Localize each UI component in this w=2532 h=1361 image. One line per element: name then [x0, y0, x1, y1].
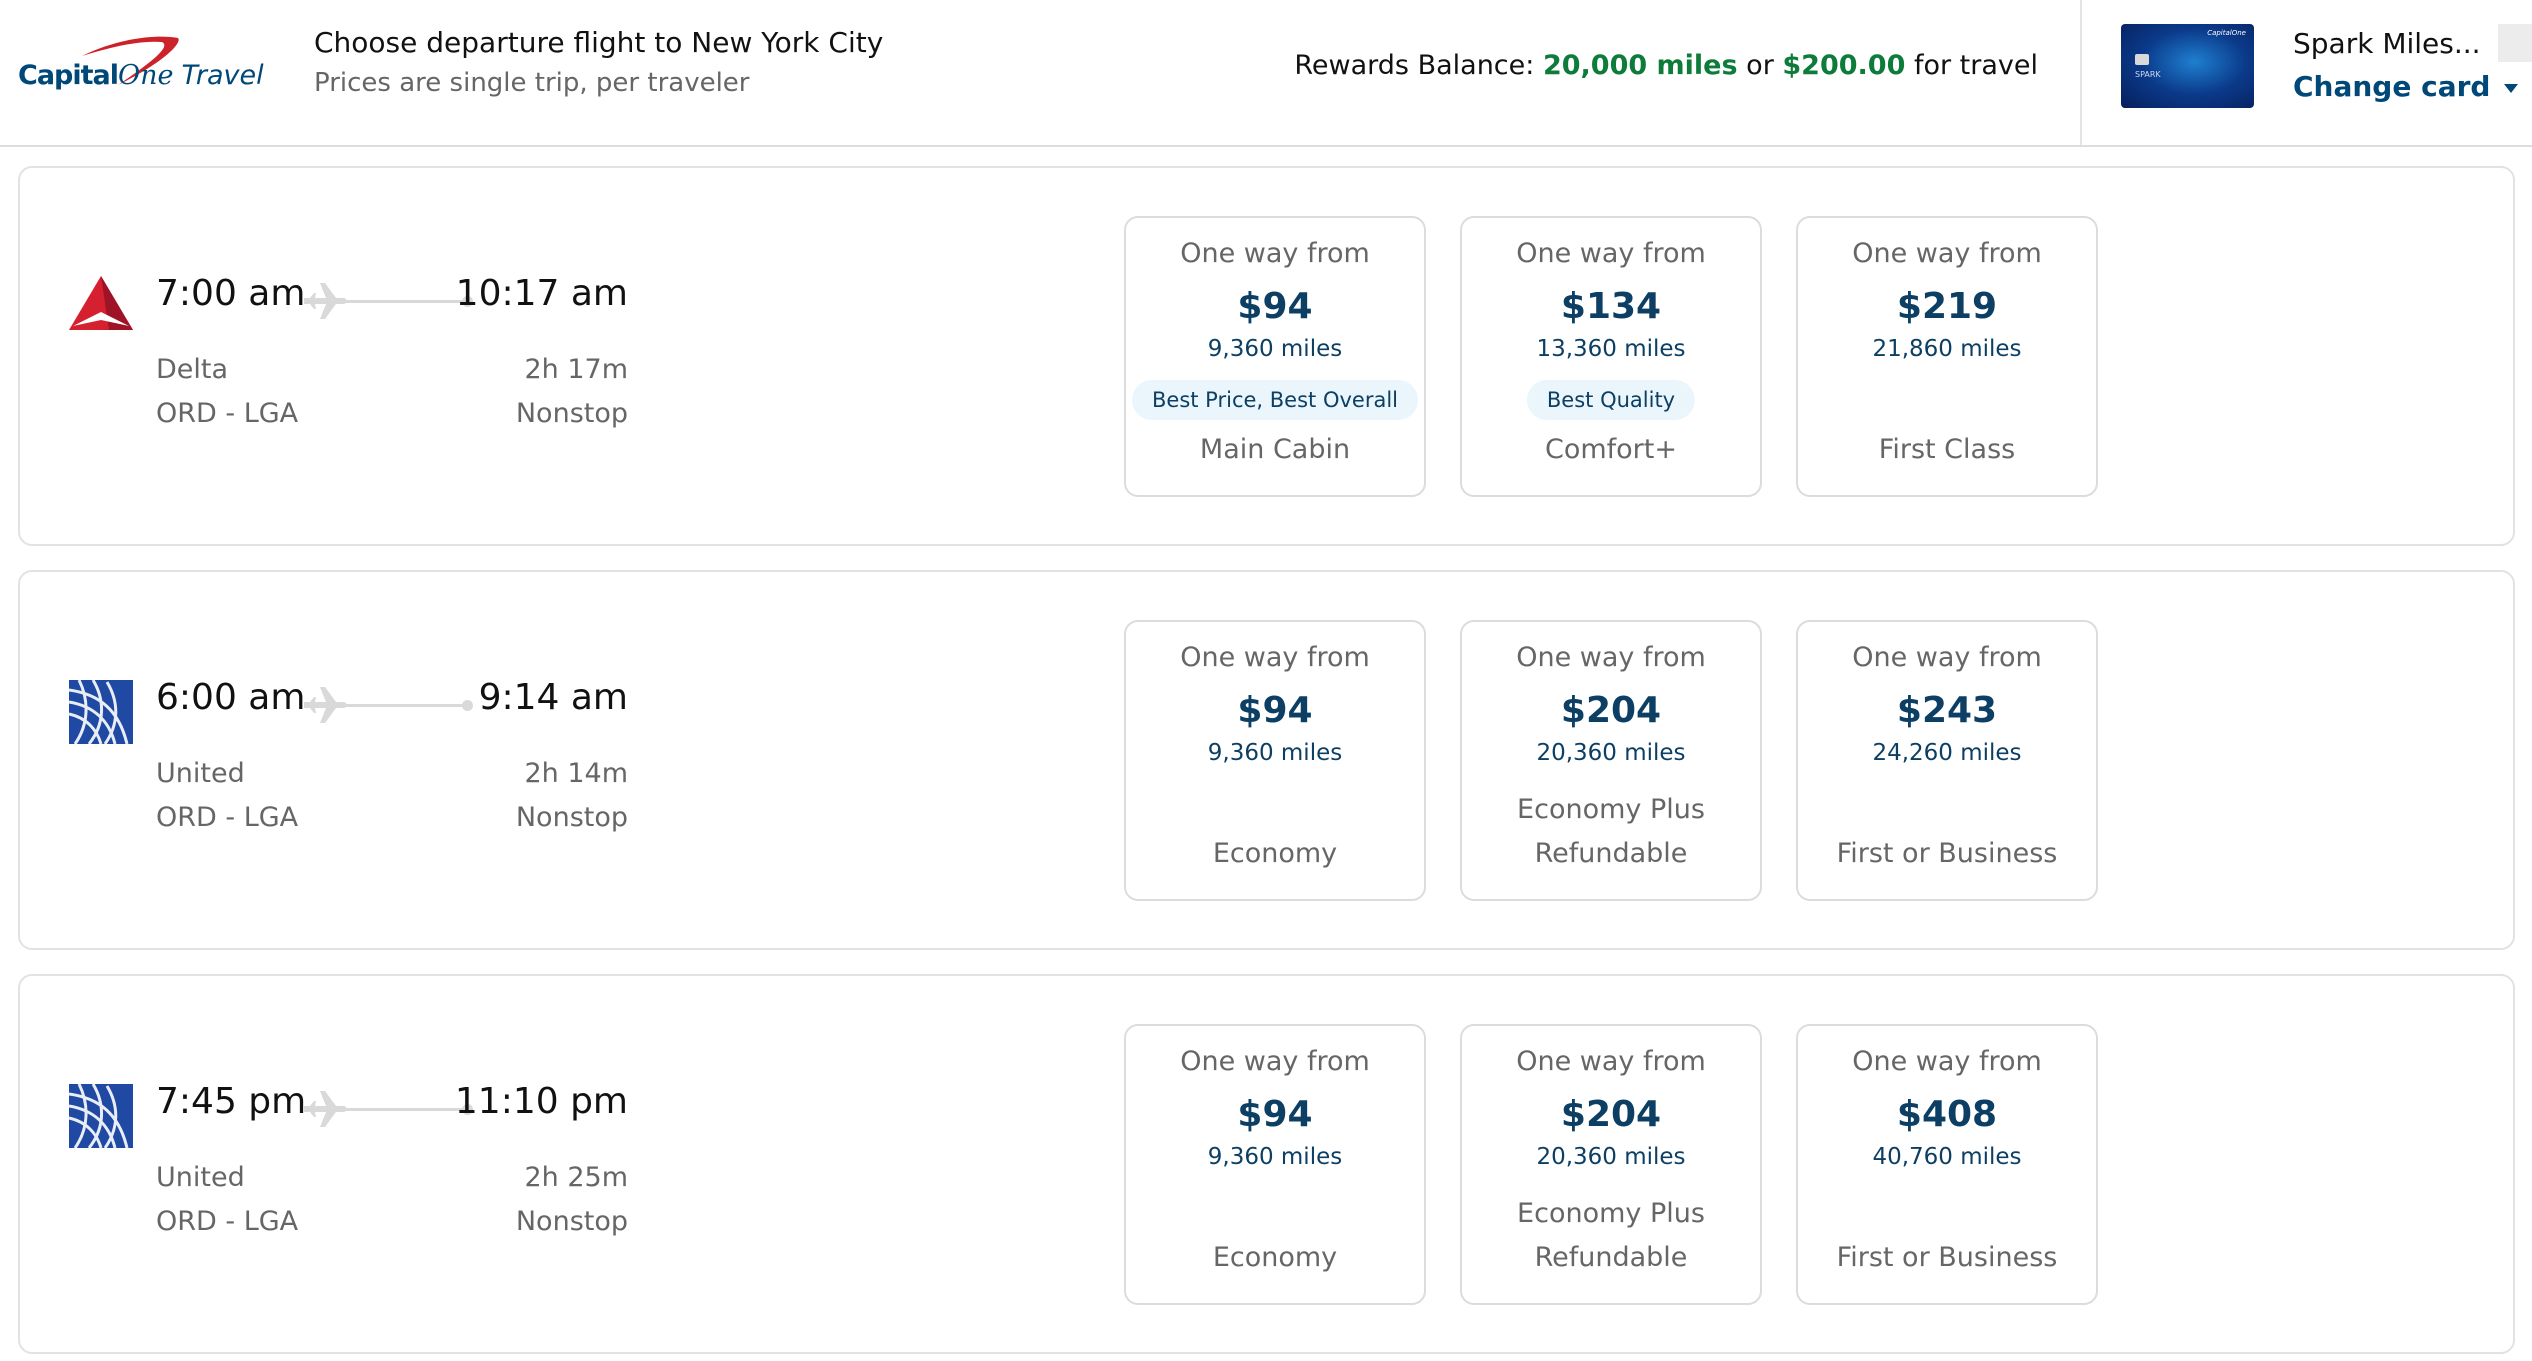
fare-miles: 40,760 miles — [1872, 1144, 2022, 1170]
fare-price: $134 — [1560, 286, 1662, 327]
flight-stops: Nonstop — [515, 802, 628, 833]
flight-duration: 2h 14m — [524, 758, 628, 789]
card-number-mask — [2498, 24, 2532, 62]
arrival-time: 9:14 am — [478, 677, 628, 718]
fare-cabin: Main Cabin — [1199, 434, 1351, 465]
fare-miles: 9,360 miles — [1207, 1144, 1343, 1170]
fare-miles: 20,360 miles — [1536, 740, 1686, 766]
fare-from-label: One way from — [1852, 238, 2042, 269]
fare-badge: Best Price, Best Overall — [1132, 380, 1418, 420]
fare-option[interactable]: One way from $94 9,360 miles Economy — [1124, 1024, 1426, 1305]
fare-miles: 13,360 miles — [1536, 336, 1686, 362]
fare-price: $204 — [1560, 690, 1662, 731]
fare-option[interactable]: One way from $219 21,860 miles First Class — [1796, 216, 2098, 497]
fare-miles: 24,260 miles — [1872, 740, 2022, 766]
fare-cabin: Economy — [1212, 1242, 1338, 1273]
fare-option[interactable]: One way from $134 13,360 miles Best Quality… — [1460, 216, 1762, 497]
fare-cabin: First Class — [1878, 434, 2016, 465]
fare-from-label: One way from — [1180, 238, 1370, 269]
flight-stops: Nonstop — [515, 1206, 628, 1237]
fare-from-label: One way from — [1516, 238, 1706, 269]
fare-option[interactable]: One way from $94 9,360 miles Economy — [1124, 620, 1426, 901]
fare-option[interactable]: One way from $204 20,360 miles Economy Plus… — [1460, 1024, 1762, 1305]
rewards-connector: or — [1746, 50, 1774, 81]
header: CapitalOne Travel Choose departure flight… — [0, 0, 2532, 147]
caret-down-icon — [2504, 83, 2519, 93]
rewards-balance: Rewards Balance: 20,000 miles or $200.00… — [1294, 50, 2038, 81]
fare-from-label: One way from — [1180, 1046, 1370, 1077]
card-chip-icon — [2135, 54, 2149, 65]
rewards-label: Rewards Balance: — [1294, 50, 1535, 81]
fare-option[interactable]: One way from $243 24,260 miles First or Bus… — [1796, 620, 2098, 901]
card-name: Spark Miles... — [2293, 27, 2481, 60]
fare-from-label: One way from — [1516, 1046, 1706, 1077]
fare-miles: 20,360 miles — [1536, 1144, 1686, 1170]
flight-duration: 2h 17m — [524, 354, 628, 385]
header-divider — [2080, 0, 2082, 145]
page-subtitle: Prices are single trip, per traveler — [314, 68, 750, 98]
fare-cabin-line1: Economy Plus — [1517, 794, 1705, 825]
fare-from-label: One way from — [1516, 642, 1706, 673]
fare-miles: 9,360 miles — [1207, 740, 1343, 766]
arrival-time: 10:17 am — [455, 273, 628, 314]
fare-from-label: One way from — [1180, 642, 1370, 673]
flight-row[interactable]: 7:00 am 10:17 am Delta ORD - LGA 2h 17m Nonst… — [18, 166, 2515, 546]
fare-from-label: One way from — [1852, 1046, 2042, 1077]
fare-cabin: Refundable — [1534, 838, 1688, 869]
change-card-label: Change card — [2293, 70, 2491, 103]
fare-option[interactable]: One way from $204 20,360 miles Economy Plus… — [1460, 620, 1762, 901]
brand-text: CapitalOne Travel — [18, 60, 264, 91]
fare-cabin: Refundable — [1534, 1242, 1688, 1273]
flight-stops: Nonstop — [515, 398, 628, 429]
card-brand-mark: CapitalOne — [2207, 29, 2246, 37]
fare-cabin: First or Business — [1836, 838, 2058, 869]
fare-price: $219 — [1896, 286, 1998, 327]
fare-price: $243 — [1896, 690, 1998, 731]
rewards-cash: $200.00 — [1782, 50, 1906, 81]
fare-badge: Best Quality — [1526, 380, 1696, 420]
fare-from-label: One way from — [1852, 642, 2042, 673]
flight-row[interactable]: 7:45 pm 11:10 pm United ORD - LGA 2h 25m Nons… — [18, 974, 2515, 1354]
page-title: Choose departure flight to New York City — [314, 26, 884, 59]
fare-cabin: Comfort+ — [1544, 434, 1677, 465]
fare-price: $94 — [1237, 286, 1313, 327]
arrival-time: 11:10 pm — [454, 1081, 628, 1122]
fare-option[interactable]: One way from $408 40,760 miles First or Bus… — [1796, 1024, 2098, 1305]
fare-price: $94 — [1237, 1094, 1313, 1135]
fare-price: $408 — [1896, 1094, 1998, 1135]
fare-cabin-line1: Economy Plus — [1517, 1198, 1705, 1229]
fare-miles: 21,860 miles — [1872, 336, 2022, 362]
fare-option[interactable]: One way from $94 9,360 miles Best Price, Be… — [1124, 216, 1426, 497]
fare-miles: 9,360 miles — [1207, 336, 1343, 362]
rewards-miles: 20,000 miles — [1542, 50, 1738, 81]
flight-row[interactable]: 6:00 am 9:14 am United ORD - LGA 2h 14m Nonst… — [18, 570, 2515, 950]
change-card-dropdown[interactable]: Change card — [2293, 70, 2519, 103]
credit-card-image: CapitalOne SPARK — [2121, 24, 2254, 108]
rewards-suffix: for travel — [1913, 50, 2038, 81]
flight-duration: 2h 25m — [524, 1162, 628, 1193]
fare-price: $204 — [1560, 1094, 1662, 1135]
fare-cabin: First or Business — [1836, 1242, 2058, 1273]
card-product-label: SPARK — [2135, 70, 2161, 79]
capital-one-travel-logo[interactable]: CapitalOne Travel — [18, 30, 264, 110]
fare-price: $94 — [1237, 690, 1313, 731]
fare-cabin: Economy — [1212, 838, 1338, 869]
